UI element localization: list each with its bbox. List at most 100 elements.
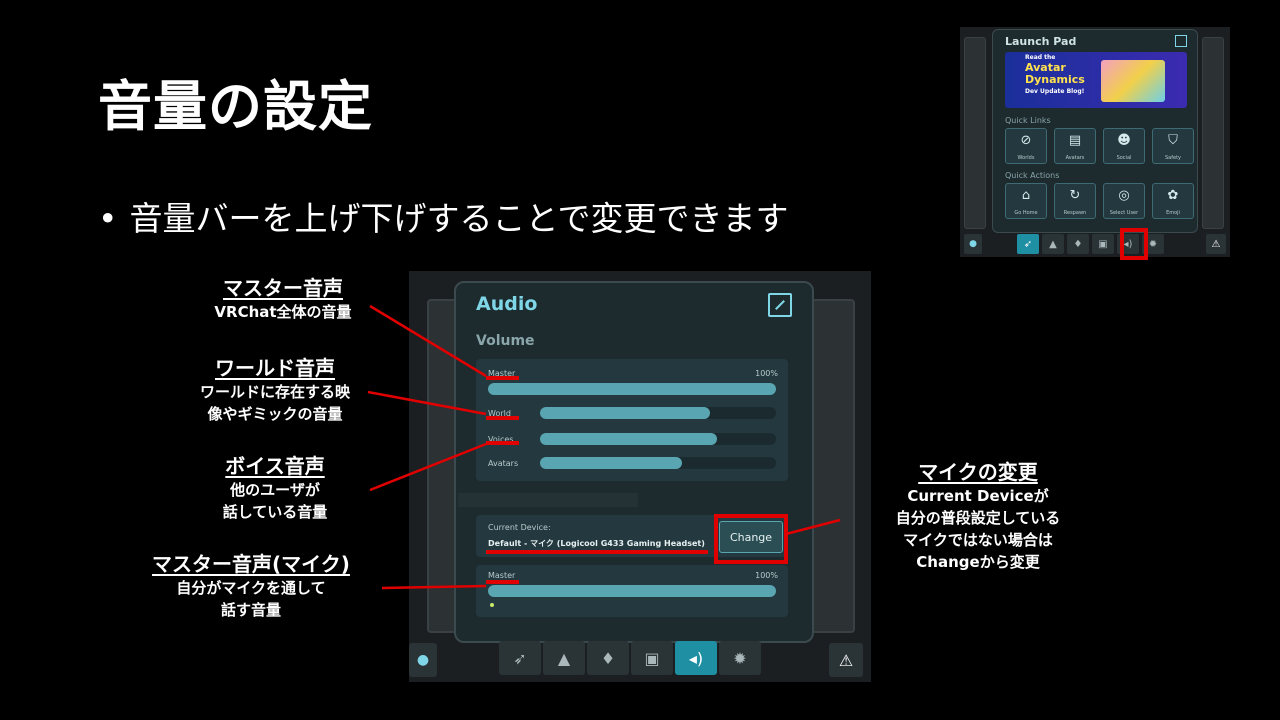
master-volume-slider[interactable] <box>488 383 776 395</box>
bullet-label: 音量バーを上げ下げすることで変更できます <box>129 199 789 238</box>
bullet-text: • 音量バーを上げ下げすることで変更できます <box>98 192 788 240</box>
current-device-label: Current Device: <box>488 523 551 532</box>
refresh-icon: ↻ <box>1069 188 1081 203</box>
quick-link-avatars[interactable]: ▤ Avatars <box>1054 128 1096 164</box>
bell-icon[interactable]: ▲ <box>543 641 585 675</box>
quick-action-emoji[interactable]: ✿ Emoji <box>1152 183 1194 219</box>
annotation-line: 自分がマイクを通して <box>176 579 326 597</box>
mic-master-volume-slider[interactable] <box>488 585 776 597</box>
highlight-change-button <box>714 514 788 564</box>
audio-title: Audio <box>476 293 538 315</box>
annotation-mic-change: マイクの変更 Current Deviceが 自分の普段設定している マイクでは… <box>858 456 1098 573</box>
annotation-line: マイクではない場合は <box>903 531 1053 549</box>
current-device-value: Default - マイク (Logicool G433 Gaming Head… <box>488 539 705 548</box>
rocket-icon[interactable]: ➶ <box>1017 234 1039 254</box>
menu-wing-right <box>1202 37 1224 229</box>
crosshair-icon: ◎ <box>1118 188 1130 203</box>
annotation-line: Changeから変更 <box>916 553 1040 571</box>
location-icon[interactable]: ♦ <box>587 641 629 675</box>
home-icon: ⌂ <box>1021 188 1031 203</box>
rocket-icon[interactable]: ➶ <box>499 641 541 675</box>
volume-section-label: Volume <box>476 333 535 349</box>
mic-volume-card: Master 100% <box>476 565 788 617</box>
warning-icon[interactable]: ⚠ <box>829 643 863 677</box>
banner-image <box>1101 60 1165 102</box>
annotation-line: 話す音量 <box>220 601 281 619</box>
annotation-heading: ワールド音声 <box>215 356 335 380</box>
annotation-voice: ボイス音声 他のユーザが 話している音量 <box>170 450 380 523</box>
camera-icon[interactable]: ▣ <box>631 641 673 675</box>
tile-label: Select User <box>1109 210 1139 216</box>
warning-icon[interactable]: ⚠ <box>1206 234 1226 254</box>
annotation-line: 話している音量 <box>222 503 328 521</box>
promo-banner[interactable]: Read the Avatar Dynamics Dev Update Blog… <box>1005 52 1187 108</box>
tile-label: Respawn <box>1063 210 1087 216</box>
quick-action-respawn[interactable]: ↻ Respawn <box>1054 183 1096 219</box>
annotation-line: 自分の普段設定している <box>895 509 1061 527</box>
annotation-heading: マスター音声 <box>223 276 343 300</box>
bullet-dot: • <box>98 199 118 238</box>
master-percent: 100% <box>755 369 778 378</box>
menu-wing-left <box>964 37 986 229</box>
mic-icon[interactable]: ● <box>964 234 982 254</box>
annotation-heading: ボイス音声 <box>225 454 325 478</box>
microphone-section-label <box>458 493 638 507</box>
highlight-current-device <box>486 550 708 554</box>
annotation-heading: マスター音声(マイク) <box>152 552 350 576</box>
menu-wing-right <box>811 299 855 633</box>
quick-action-select-user[interactable]: ◎ Select User <box>1103 183 1145 219</box>
highlight-audio-tab <box>1120 228 1148 260</box>
tile-label: Safety <box>1165 155 1181 161</box>
emoji-icon: ✿ <box>1167 188 1179 203</box>
tile-label: Worlds <box>1017 155 1035 161</box>
speaker-icon[interactable]: ◂) <box>675 641 717 675</box>
launch-pad-title: Launch Pad <box>1005 35 1077 48</box>
annotation-line: ワールドに存在する映 <box>199 383 350 401</box>
highlight-voices <box>486 441 519 445</box>
quick-links-label: Quick Links <box>1005 116 1051 125</box>
highlight-mic-master <box>486 580 519 584</box>
audio-settings-screenshot: Audio Volume Master 100% World Voices Av… <box>409 271 871 682</box>
voices-volume-slider[interactable] <box>540 433 776 445</box>
quick-link-worlds[interactable]: ⊘ Worlds <box>1005 128 1047 164</box>
launch-pad-screenshot: Launch Pad Read the Avatar Dynamics Dev … <box>960 27 1230 257</box>
tile-label: Avatars <box>1065 155 1085 161</box>
annotation-line: 他のユーザが <box>230 481 320 499</box>
camera-icon[interactable]: ▣ <box>1092 234 1114 254</box>
volume-card: Master 100% World Voices Avatars <box>476 359 788 481</box>
highlight-world <box>486 416 519 420</box>
quick-actions-label: Quick Actions <box>1005 171 1060 180</box>
annotation-line: VRChat全体の音量 <box>214 303 352 321</box>
mic-slider-label-master: Master <box>488 571 516 580</box>
slider-label-avatars: Avatars <box>488 459 519 468</box>
quick-action-go-home[interactable]: ⌂ Go Home <box>1005 183 1047 219</box>
mic-level-indicator <box>490 603 494 607</box>
annotation-world: ワールド音声 ワールドに存在する映 像やギミックの音量 <box>170 352 380 425</box>
location-icon[interactable]: ♦ <box>1067 234 1089 254</box>
quick-link-social[interactable]: ☻ Social <box>1103 128 1145 164</box>
banner-pre: Read the <box>1025 54 1056 61</box>
gear-icon[interactable]: ✹ <box>719 641 761 675</box>
globe-icon: ⊘ <box>1020 133 1032 148</box>
annotation-master: マスター音声 VRChat全体の音量 <box>178 272 388 323</box>
world-volume-slider[interactable] <box>540 407 776 419</box>
annotation-mic-master: マスター音声(マイク) 自分がマイクを通して 話す音量 <box>126 548 376 621</box>
launch-pad-panel: Launch Pad Read the Avatar Dynamics Dev … <box>992 29 1198 233</box>
quick-link-safety[interactable]: ⛉ Safety <box>1152 128 1194 164</box>
mic-icon[interactable]: ● <box>409 643 437 677</box>
slide-title: 音量の設定 <box>98 75 373 138</box>
banner-title: Avatar Dynamics <box>1025 61 1085 86</box>
tile-label: Emoji <box>1166 210 1180 216</box>
annotation-heading: マイクの変更 <box>918 460 1038 484</box>
avatars-volume-slider[interactable] <box>540 457 776 469</box>
expand-icon[interactable] <box>1175 35 1187 47</box>
people-icon: ☻ <box>1117 133 1131 148</box>
tile-label: Social <box>1116 155 1132 161</box>
expand-icon[interactable] <box>768 293 792 317</box>
banner-subtitle: Dev Update Blog! <box>1025 88 1085 95</box>
bell-icon[interactable]: ▲ <box>1042 234 1064 254</box>
tile-label: Go Home <box>1014 210 1038 216</box>
shield-icon: ⛉ <box>1168 133 1178 148</box>
avatar-book-icon: ▤ <box>1068 133 1082 148</box>
highlight-master <box>486 376 519 380</box>
